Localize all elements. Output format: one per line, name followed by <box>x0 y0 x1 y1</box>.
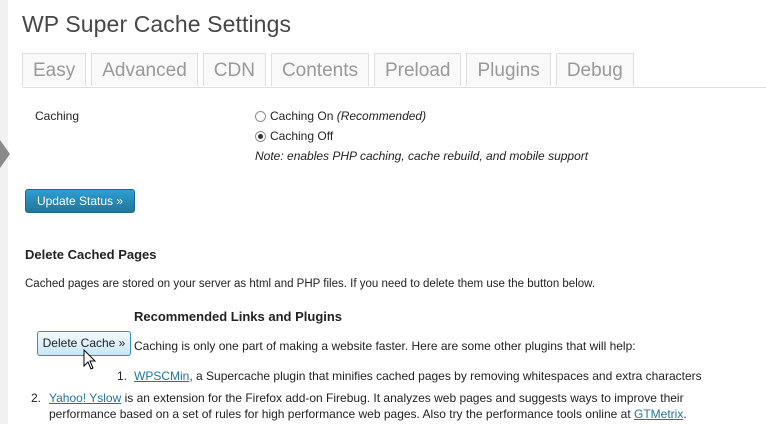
caching-on-label: Caching On <box>270 109 334 123</box>
admin-sidebar-edge <box>0 0 8 424</box>
tab-advanced[interactable]: Advanced <box>91 53 198 86</box>
list-item-wpscmin: WPSCMin, a Supercache plugin that minifi… <box>134 368 702 384</box>
caching-note: Note: enables PHP caching, cache rebuild… <box>255 149 589 163</box>
menu-pointer-icon <box>0 140 10 168</box>
yslow-description-line1: is an extension for the Firefox add-on F… <box>121 391 684 405</box>
list-item-number: 1. <box>117 369 128 383</box>
recommended-heading: Recommended Links and Plugins <box>134 309 343 324</box>
wpscmin-link[interactable]: WPSCMin <box>134 369 189 383</box>
wpscmin-description: , a Supercache plugin that minifies cach… <box>189 369 702 383</box>
update-status-button[interactable]: Update Status » <box>25 189 135 213</box>
gtmetrix-link[interactable]: GTMetrix <box>634 407 683 421</box>
delete-cached-pages-heading: Delete Cached Pages <box>25 247 157 262</box>
page-title: WP Super Cache Settings <box>22 11 292 37</box>
tab-easy[interactable]: Easy <box>22 53 87 86</box>
caching-label: Caching <box>35 109 80 123</box>
caching-off-label: Caching Off <box>270 129 334 143</box>
caching-on-recommended: (Recommended) <box>336 109 427 123</box>
tab-contents[interactable]: Contents <box>270 53 369 86</box>
caching-on-radio[interactable] <box>255 110 266 122</box>
tab-preload[interactable]: Preload <box>373 53 462 86</box>
tab-plugins[interactable]: Plugins <box>466 53 551 86</box>
tab-debug[interactable]: Debug <box>555 53 634 86</box>
settings-tabs: Easy Advanced CDN Contents Preload Plugi… <box>22 53 639 87</box>
caching-on-option[interactable]: Caching On (Recommended) <box>255 109 426 123</box>
yslow-link[interactable]: Yahoo! Yslow <box>49 391 121 405</box>
yslow-description-line2: performance based on a set of rules for … <box>49 407 634 421</box>
mouse-pointer-icon <box>83 349 97 370</box>
recommended-description: Caching is only one part of making a web… <box>134 339 636 353</box>
tab-cdn[interactable]: CDN <box>202 53 266 86</box>
caching-off-radio[interactable] <box>255 130 266 142</box>
caching-off-option[interactable]: Caching Off <box>255 129 333 143</box>
list-item-yslow: Yahoo! Yslow is an extension for the Fir… <box>49 390 687 422</box>
delete-cached-pages-description: Cached pages are stored on your server a… <box>25 278 596 290</box>
list-item-number: 2. <box>31 391 42 405</box>
yslow-description-end: . <box>683 407 687 421</box>
tabs-divider <box>22 87 766 88</box>
